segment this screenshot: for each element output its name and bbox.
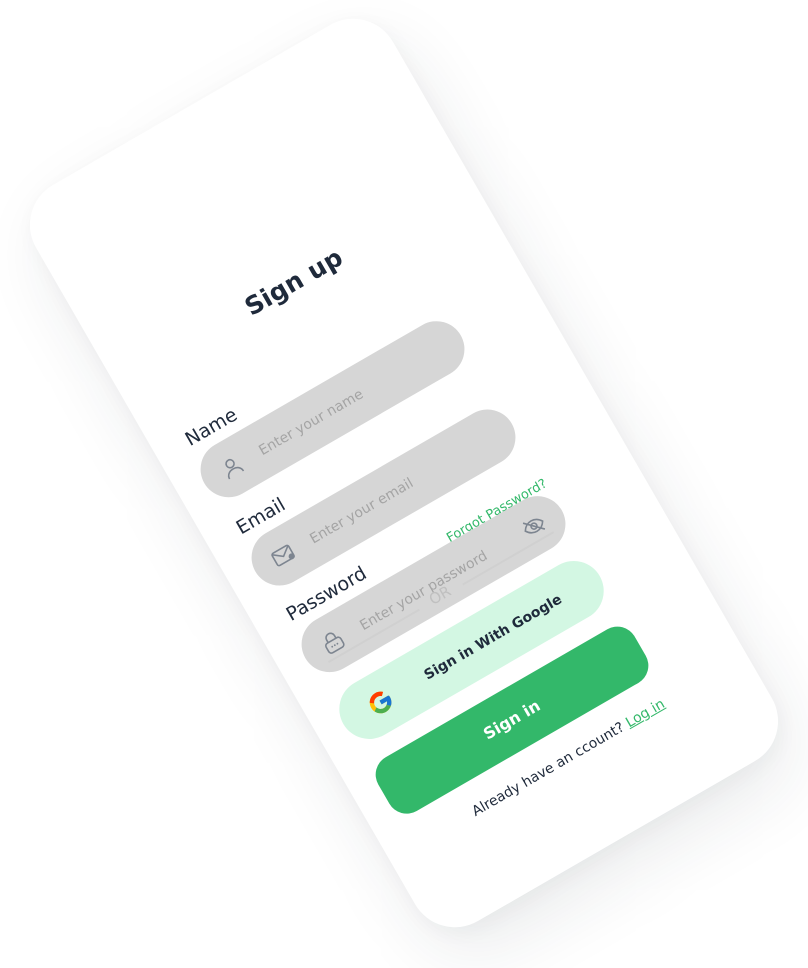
login-link[interactable]: Log in <box>623 696 668 731</box>
phone-frame: Sign up Name Email Password Forgot Passw… <box>13 1 795 945</box>
user-icon <box>225 458 245 480</box>
stage: Sign up Name Email Password Forgot Passw… <box>0 0 808 968</box>
mail-icon <box>271 544 295 567</box>
